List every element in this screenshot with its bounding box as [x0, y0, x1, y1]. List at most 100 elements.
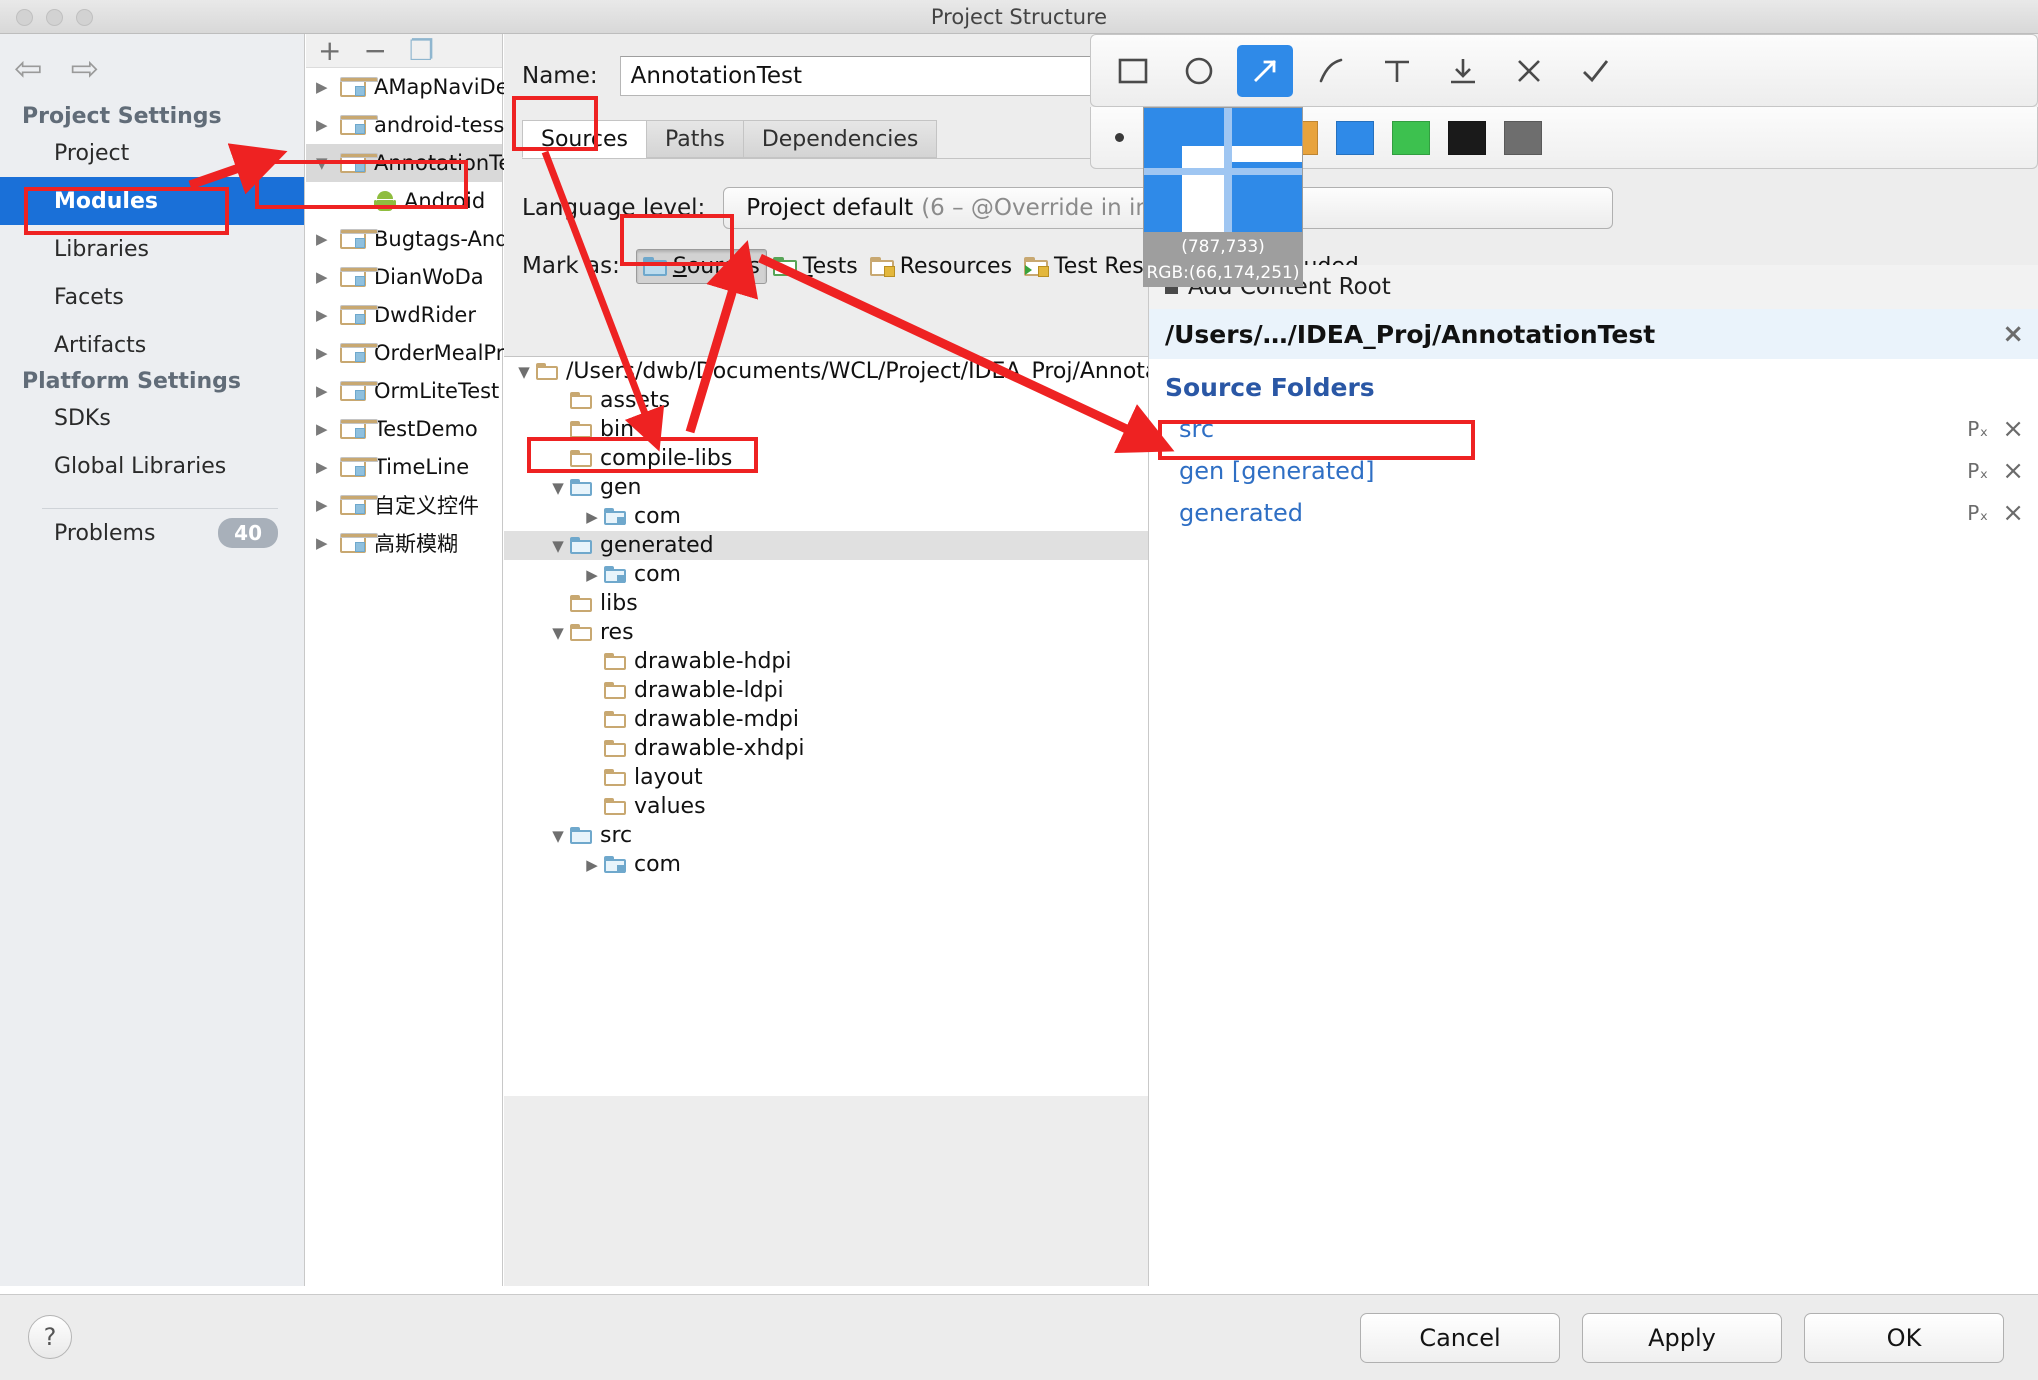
blue-package-icon: [604, 566, 626, 583]
file-tree-label: res: [600, 620, 634, 645]
source-folder-prefix-badge: Pₓ: [1967, 459, 1989, 483]
mark-as-resources-button[interactable]: Resources: [864, 250, 1018, 283]
copy-module-button[interactable]: ❐: [409, 36, 434, 65]
module-folder-icon: [340, 419, 378, 439]
remove-content-root-icon[interactable]: ×: [2002, 319, 2024, 349]
chevron-down-icon[interactable]: ▼: [548, 624, 568, 642]
file-tree-label: assets: [600, 388, 671, 413]
module-tree-row[interactable]: ▶ AMapNaviDemo_V1.3.: [306, 68, 607, 106]
cancel-button[interactable]: Cancel: [1360, 1313, 1560, 1363]
module-folder-icon: [340, 343, 378, 363]
tan-folder-icon: [604, 740, 626, 757]
tan-folder-icon: [604, 711, 626, 728]
sidebar-item-artifacts[interactable]: Artifacts: [0, 321, 304, 369]
chevron-down-icon[interactable]: ▼: [548, 537, 568, 555]
chevron-right-icon[interactable]: ▶: [316, 344, 332, 362]
module-tree-row[interactable]: ▶ OrmLiteTest: [306, 372, 502, 410]
file-tree-label: /Users/dwb/Documents/WCL/Project/IDEA_Pr…: [566, 359, 1244, 384]
chevron-right-icon[interactable]: ▶: [316, 496, 332, 514]
remove-source-folder-icon[interactable]: ×: [2002, 498, 2024, 528]
horizontal-scrollbar[interactable]: [0, 1286, 2038, 1294]
tab-dependencies[interactable]: Dependencies: [742, 120, 938, 158]
file-tree-label: drawable-ldpi: [634, 678, 784, 703]
chevron-right-icon[interactable]: ▶: [582, 566, 602, 584]
chevron-right-icon[interactable]: ▶: [582, 856, 602, 874]
file-tree-label: generated: [600, 533, 714, 558]
download-tool[interactable]: [1435, 45, 1491, 97]
chevron-down-icon[interactable]: ▼: [514, 363, 534, 381]
back-arrow-icon[interactable]: ⇦: [14, 52, 43, 86]
tree-spacer: ▶: [548, 392, 568, 410]
small-dot-icon[interactable]: [1115, 133, 1124, 142]
dialog-bottom-bar: ? Cancel Apply OK: [0, 1294, 2038, 1380]
remove-source-folder-icon[interactable]: ×: [2002, 414, 2024, 444]
content-root-path-row: /Users/…/IDEA_Proj/AnnotationTest ×: [1149, 309, 2038, 359]
module-tree-row[interactable]: ▶ TestDemo: [306, 410, 502, 448]
sidebar-group-title-platform-settings: Platform Settings: [22, 369, 241, 394]
chevron-right-icon[interactable]: ▶: [316, 306, 332, 324]
tan-folder-icon: [570, 595, 592, 612]
close-x-tool[interactable]: [1501, 45, 1557, 97]
tree-spacer: ▶: [582, 769, 602, 787]
remove-source-folder-icon[interactable]: ×: [2002, 456, 2024, 486]
add-module-button[interactable]: +: [318, 36, 341, 65]
sidebar-item-global-libraries[interactable]: Global Libraries: [0, 442, 304, 490]
annotation-box-annotation-test: [255, 160, 468, 209]
tree-spacer: ▶: [582, 653, 602, 671]
sidebar-nav-arrows: ⇦ ⇨: [14, 52, 99, 86]
file-tree-label: drawable-mdpi: [634, 707, 799, 732]
forward-arrow-icon[interactable]: ⇨: [71, 52, 100, 86]
color-swatch-green[interactable]: [1392, 120, 1430, 155]
module-tree-row[interactable]: ▶ DwdRider: [306, 296, 502, 334]
pen-tool[interactable]: [1303, 45, 1359, 97]
rectangle-tool[interactable]: [1105, 45, 1161, 97]
text-t-tool[interactable]: [1369, 45, 1425, 97]
blue-source-folder-icon: [570, 537, 592, 554]
color-swatch-blue[interactable]: [1336, 120, 1374, 155]
chevron-down-icon[interactable]: ▼: [548, 479, 568, 497]
check-tool[interactable]: [1567, 45, 1623, 97]
module-tree-row[interactable]: ▶ 自定义控件: [306, 486, 502, 524]
chevron-right-icon[interactable]: ▶: [316, 382, 332, 400]
chevron-right-icon[interactable]: ▶: [316, 458, 332, 476]
module-folder-icon: [340, 533, 378, 553]
file-tree-label: com: [634, 852, 681, 877]
chevron-right-icon[interactable]: ▶: [316, 534, 332, 552]
sidebar-item-problems[interactable]: Problems 40: [0, 509, 304, 557]
file-tree-label: libs: [600, 591, 638, 616]
chevron-right-icon[interactable]: ▶: [316, 116, 332, 134]
ok-button[interactable]: OK: [1804, 1313, 2004, 1363]
mark-as-tests-button[interactable]: Tests: [767, 250, 864, 283]
chevron-down-icon[interactable]: ▼: [548, 827, 568, 845]
chevron-right-icon[interactable]: ▶: [582, 508, 602, 526]
module-tree-row[interactable]: ▶ DianWoDa: [306, 258, 502, 296]
chevron-right-icon[interactable]: ▶: [316, 420, 332, 438]
arrow-tool[interactable]: [1237, 44, 1293, 97]
color-swatch-black[interactable]: [1448, 120, 1486, 155]
chevron-right-icon[interactable]: ▶: [316, 230, 332, 248]
source-folder-row-generated[interactable]: generated Pₓ ×: [1149, 492, 2038, 534]
module-folder-icon: [340, 381, 378, 401]
sidebar-item-facets[interactable]: Facets: [0, 273, 304, 321]
help-button[interactable]: ?: [28, 1315, 72, 1359]
sidebar-item-sdks[interactable]: SDKs: [0, 394, 304, 442]
annotation-toolbar: [1090, 34, 2038, 107]
color-swatch-gray[interactable]: [1504, 120, 1542, 155]
module-folder-icon: [340, 267, 378, 287]
ellipse-tool[interactable]: [1171, 45, 1227, 97]
chevron-right-icon[interactable]: ▶: [316, 78, 332, 96]
apply-button[interactable]: Apply: [1582, 1313, 1782, 1363]
module-tree-row[interactable]: ▶ android-tesseract-ocr: [306, 106, 600, 144]
tree-spacer: ▶: [548, 595, 568, 613]
module-tree-row[interactable]: ▶ Bugtags-Android-Eclip: [306, 220, 606, 258]
module-tree-row[interactable]: ▶ 高斯模糊: [306, 524, 502, 562]
module-tree-row[interactable]: ▶ OrderMealPrj4.1.1: [306, 334, 564, 372]
chevron-right-icon[interactable]: ▶: [316, 268, 332, 286]
content-root-path: /Users/…/IDEA_Proj/AnnotationTest: [1165, 319, 1656, 349]
tan-folder-icon: [570, 624, 592, 641]
remove-module-button[interactable]: −: [363, 36, 386, 65]
module-tree-row[interactable]: ▶ TimeLine: [306, 448, 502, 486]
module-folder-icon: [340, 229, 378, 249]
module-tree-label: TimeLine: [374, 455, 470, 479]
tab-paths[interactable]: Paths: [646, 120, 744, 158]
